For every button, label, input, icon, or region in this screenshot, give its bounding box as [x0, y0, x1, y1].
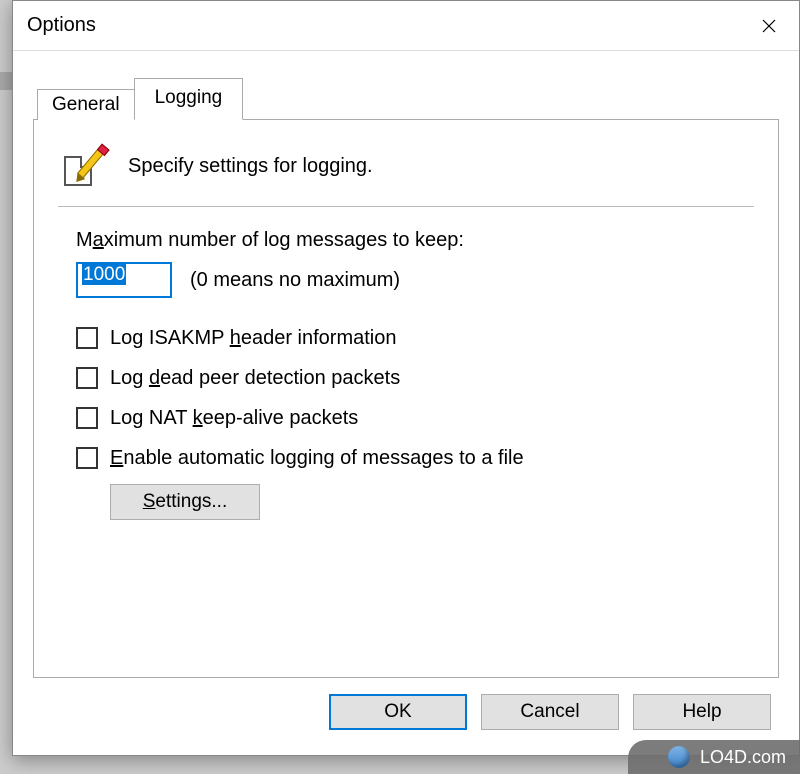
globe-icon: [668, 746, 690, 768]
help-button[interactable]: Help: [633, 694, 771, 730]
tab-logging[interactable]: Logging: [134, 78, 244, 120]
cancel-button[interactable]: Cancel: [481, 694, 619, 730]
max-messages-hint: (0 means no maximum): [190, 269, 400, 292]
checkbox-icon: [76, 327, 98, 349]
dialog-buttons: OK Cancel Help: [33, 678, 779, 730]
checkbox-label: Log dead peer detection packets: [110, 364, 400, 392]
checkbox-icon: [76, 407, 98, 429]
check-dead-peer[interactable]: Log dead peer detection packets: [76, 364, 754, 392]
divider: [58, 206, 754, 207]
watermark: LO4D.com: [628, 740, 800, 774]
checkbox-label: Enable automatic logging of messages to …: [110, 444, 524, 472]
tab-strip: General Logging: [33, 77, 779, 120]
checkbox-label: Log NAT keep-alive packets: [110, 404, 358, 432]
watermark-text: LO4D.com: [700, 747, 786, 768]
window-title: Options: [27, 14, 96, 37]
tab-general[interactable]: General: [37, 89, 135, 120]
panel-description: Specify settings for logging.: [128, 155, 373, 178]
checkbox-list: Log ISAKMP header information Log dead p…: [76, 324, 754, 472]
tab-panel-logging: Specify settings for logging. Maximum nu…: [33, 120, 779, 678]
max-messages-input[interactable]: 1000: [76, 262, 172, 298]
check-nat-keepalive[interactable]: Log NAT keep-alive packets: [76, 404, 754, 432]
checkbox-icon: [76, 447, 98, 469]
settings-row: Settings...: [76, 484, 754, 520]
check-enable-file-logging[interactable]: Enable automatic logging of messages to …: [76, 444, 754, 472]
check-isakmp-header[interactable]: Log ISAKMP header information: [76, 324, 754, 352]
max-messages-row: 1000 (0 means no maximum): [76, 262, 754, 298]
checkbox-icon: [76, 367, 98, 389]
close-icon: [761, 18, 777, 34]
max-messages-label: Maximum number of log messages to keep:: [76, 229, 754, 252]
options-dialog: Options General Logging Specify settings…: [12, 0, 800, 756]
close-button[interactable]: [751, 11, 787, 41]
panel-header: Specify settings for logging.: [58, 140, 754, 206]
ok-button[interactable]: OK: [329, 694, 467, 730]
settings-button[interactable]: Settings...: [110, 484, 260, 520]
checkbox-label: Log ISAKMP header information: [110, 324, 396, 352]
form-body: Maximum number of log messages to keep: …: [58, 229, 754, 520]
titlebar: Options: [13, 1, 799, 51]
client-area: General Logging Specify settings for log…: [13, 51, 799, 755]
pencil-note-icon: [62, 144, 106, 188]
